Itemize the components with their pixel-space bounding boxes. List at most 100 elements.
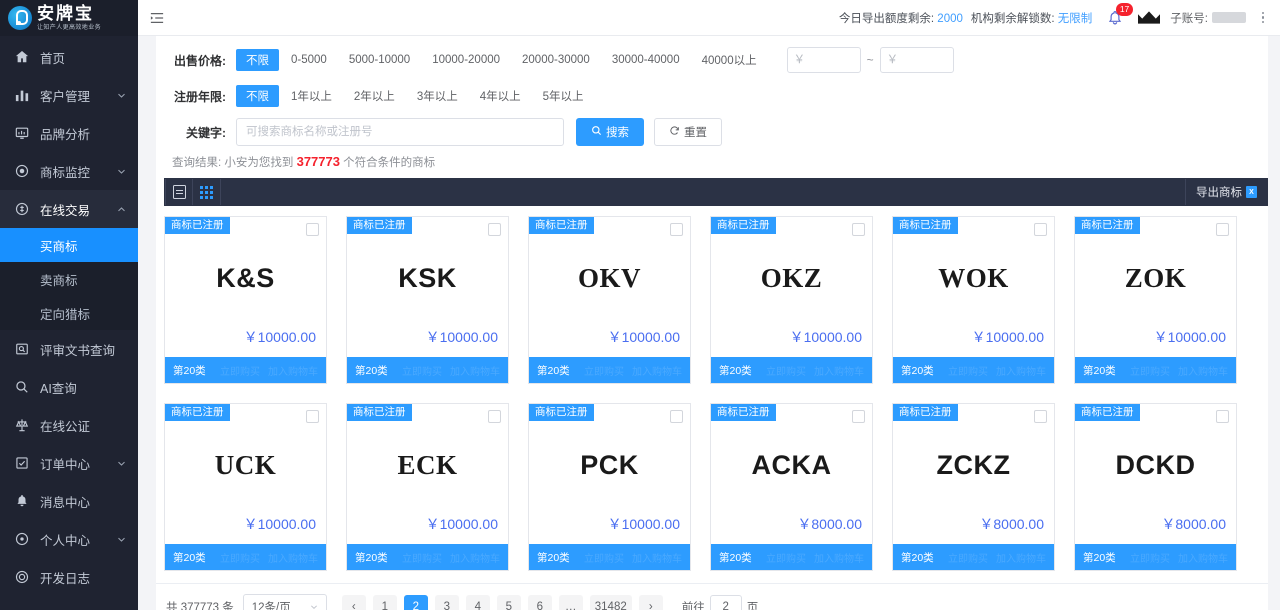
pagination-page-last[interactable]: 31482 (589, 595, 632, 610)
search-button[interactable]: 搜索 (576, 118, 644, 146)
sidebar-item-message-center[interactable]: 消息中心 (0, 482, 138, 520)
buy-now-link[interactable]: 立即购买 (766, 550, 806, 565)
sidebar-item-brand-analysis[interactable]: 品牌分析 (0, 114, 138, 152)
add-to-cart-link[interactable]: 加入购物车 (1178, 550, 1228, 565)
add-to-cart-link[interactable]: 加入购物车 (996, 363, 1046, 378)
years-option-1plus[interactable]: 1年以上 (281, 85, 342, 107)
buy-now-link[interactable]: 立即购买 (220, 550, 260, 565)
page-size-select[interactable]: 12条/页 (242, 594, 327, 610)
price-min-input[interactable] (786, 47, 861, 73)
buy-now-link[interactable]: 立即购买 (766, 363, 806, 378)
price-option-10000-20000[interactable]: 10000-20000 (422, 51, 510, 69)
sidebar-subitem-targeted-hunt[interactable]: 定向猎标 (0, 296, 138, 330)
years-option-unlimited[interactable]: 不限 (236, 85, 279, 107)
add-to-cart-link[interactable]: 加入购物车 (450, 363, 500, 378)
buy-now-link[interactable]: 立即购买 (1130, 363, 1170, 378)
trademark-card[interactable]: 商标已注册 DCKD ￥8000.00 第20类 立即购买 加入购物车 (1074, 403, 1237, 571)
years-option-5plus[interactable]: 5年以上 (533, 85, 594, 107)
export-trademark-button[interactable]: 导出商标 X (1185, 179, 1267, 205)
trademark-card[interactable]: 商标已注册 KSK ￥10000.00 第20类 立即购买 加入购物车 (346, 216, 509, 384)
brand-logo[interactable]: 安牌宝 让知产人更高效地业务 (0, 0, 138, 36)
pagination-next-button[interactable]: › (638, 595, 663, 610)
pagination-prev-button[interactable]: ‹ (341, 595, 366, 610)
card-checkbox[interactable] (1216, 410, 1229, 423)
trademark-card[interactable]: 商标已注册 UCK ￥10000.00 第20类 立即购买 加入购物车 (164, 403, 327, 571)
add-to-cart-link[interactable]: 加入购物车 (632, 363, 682, 378)
trademark-card[interactable]: 商标已注册 K&S ￥10000.00 第20类 立即购买 加入购物车 (164, 216, 327, 384)
buy-now-link[interactable]: 立即购买 (220, 363, 260, 378)
years-option-3plus[interactable]: 3年以上 (407, 85, 468, 107)
trademark-card[interactable]: 商标已注册 WOK ￥10000.00 第20类 立即购买 加入购物车 (892, 216, 1055, 384)
sidebar-item-dev-log[interactable]: 开发日志 (0, 558, 138, 596)
price-option-unlimited[interactable]: 不限 (236, 49, 279, 71)
buy-now-link[interactable]: 立即购买 (584, 550, 624, 565)
trademark-card[interactable]: 商标已注册 PCK ￥10000.00 第20类 立即购买 加入购物车 (528, 403, 691, 571)
sidebar-item-trademark-monitor[interactable]: 商标监控 (0, 152, 138, 190)
sidebar-item-home[interactable]: 首页 (0, 38, 138, 76)
subaccount[interactable]: 子账号: (1170, 10, 1246, 26)
add-to-cart-link[interactable]: 加入购物车 (814, 550, 864, 565)
card-checkbox[interactable] (852, 410, 865, 423)
card-checkbox[interactable] (306, 410, 319, 423)
price-max-input[interactable] (879, 47, 954, 73)
buy-now-link[interactable]: 立即购买 (584, 363, 624, 378)
price-option-20000-30000[interactable]: 20000-30000 (512, 51, 600, 69)
trademark-card[interactable]: 商标已注册 OKV ￥10000.00 第20类 立即购买 加入购物车 (528, 216, 691, 384)
pagination-page-5[interactable]: 5 (496, 595, 521, 610)
add-to-cart-link[interactable]: 加入购物车 (632, 550, 682, 565)
grid-view-button[interactable] (193, 179, 221, 205)
reset-button[interactable]: 重置 (654, 118, 722, 146)
years-option-4plus[interactable]: 4年以上 (470, 85, 531, 107)
card-checkbox[interactable] (488, 223, 501, 236)
card-checkbox[interactable] (488, 410, 501, 423)
pagination-page-1[interactable]: 1 (372, 595, 397, 610)
buy-now-link[interactable]: 立即购买 (948, 550, 988, 565)
pagination-jump-input[interactable] (709, 595, 742, 610)
sidebar-subitem-sell-trademark[interactable]: 卖商标 (0, 262, 138, 296)
buy-now-link[interactable]: 立即购买 (1130, 550, 1170, 565)
card-checkbox[interactable] (306, 223, 319, 236)
card-checkbox[interactable] (1216, 223, 1229, 236)
trademark-card[interactable]: 商标已注册 ZOK ￥10000.00 第20类 立即购买 加入购物车 (1074, 216, 1237, 384)
sidebar-item-online-notary[interactable]: 在线公证 (0, 406, 138, 444)
price-option-40000-plus[interactable]: 40000以上 (692, 49, 767, 71)
years-option-2plus[interactable]: 2年以上 (344, 85, 405, 107)
trademark-card[interactable]: 商标已注册 ACKA ￥8000.00 第20类 立即购买 加入购物车 (710, 403, 873, 571)
collapse-menu-icon[interactable] (146, 7, 168, 29)
add-to-cart-link[interactable]: 加入购物车 (268, 363, 318, 378)
add-to-cart-link[interactable]: 加入购物车 (814, 363, 864, 378)
price-option-30000-40000[interactable]: 30000-40000 (602, 51, 690, 69)
sidebar-item-online-transaction[interactable]: 在线交易 (0, 190, 138, 228)
sidebar-item-review-document-query[interactable]: 评审文书查询 (0, 330, 138, 368)
add-to-cart-link[interactable]: 加入购物车 (450, 550, 500, 565)
price-option-5000-10000[interactable]: 5000-10000 (339, 51, 420, 69)
add-to-cart-link[interactable]: 加入购物车 (996, 550, 1046, 565)
sidebar-item-personal-center[interactable]: 个人中心 (0, 520, 138, 558)
sidebar-item-customer-management[interactable]: 客户管理 (0, 76, 138, 114)
search-input[interactable] (236, 118, 564, 146)
trademark-card[interactable]: 商标已注册 ECK ￥10000.00 第20类 立即购买 加入购物车 (346, 403, 509, 571)
pagination-page-4[interactable]: 4 (465, 595, 490, 610)
card-checkbox[interactable] (670, 223, 683, 236)
notification-bell-button[interactable]: 17 (1104, 2, 1134, 29)
card-checkbox[interactable] (1034, 410, 1047, 423)
crown-icon[interactable] (1136, 9, 1162, 27)
sidebar-subitem-buy-trademark[interactable]: 买商标 (0, 228, 138, 262)
list-view-button[interactable] (165, 179, 193, 205)
add-to-cart-link[interactable]: 加入购物车 (1178, 363, 1228, 378)
buy-now-link[interactable]: 立即购买 (948, 363, 988, 378)
buy-now-link[interactable]: 立即购买 (402, 550, 442, 565)
trademark-card[interactable]: 商标已注册 OKZ ￥10000.00 第20类 立即购买 加入购物车 (710, 216, 873, 384)
card-checkbox[interactable] (1034, 223, 1047, 236)
card-checkbox[interactable] (852, 223, 865, 236)
pagination-page-3[interactable]: 3 (434, 595, 459, 610)
sidebar-item-ai-query[interactable]: AI查询 (0, 368, 138, 406)
more-options-icon[interactable] (1256, 11, 1270, 24)
sidebar-item-order-center[interactable]: 订单中心 (0, 444, 138, 482)
pagination-page-2[interactable]: 2 (403, 595, 428, 610)
pagination-page-6[interactable]: 6 (527, 595, 552, 610)
card-checkbox[interactable] (670, 410, 683, 423)
trademark-card[interactable]: 商标已注册 ZCKZ ￥8000.00 第20类 立即购买 加入购物车 (892, 403, 1055, 571)
pagination-ellipsis[interactable]: … (558, 595, 583, 610)
buy-now-link[interactable]: 立即购买 (402, 363, 442, 378)
